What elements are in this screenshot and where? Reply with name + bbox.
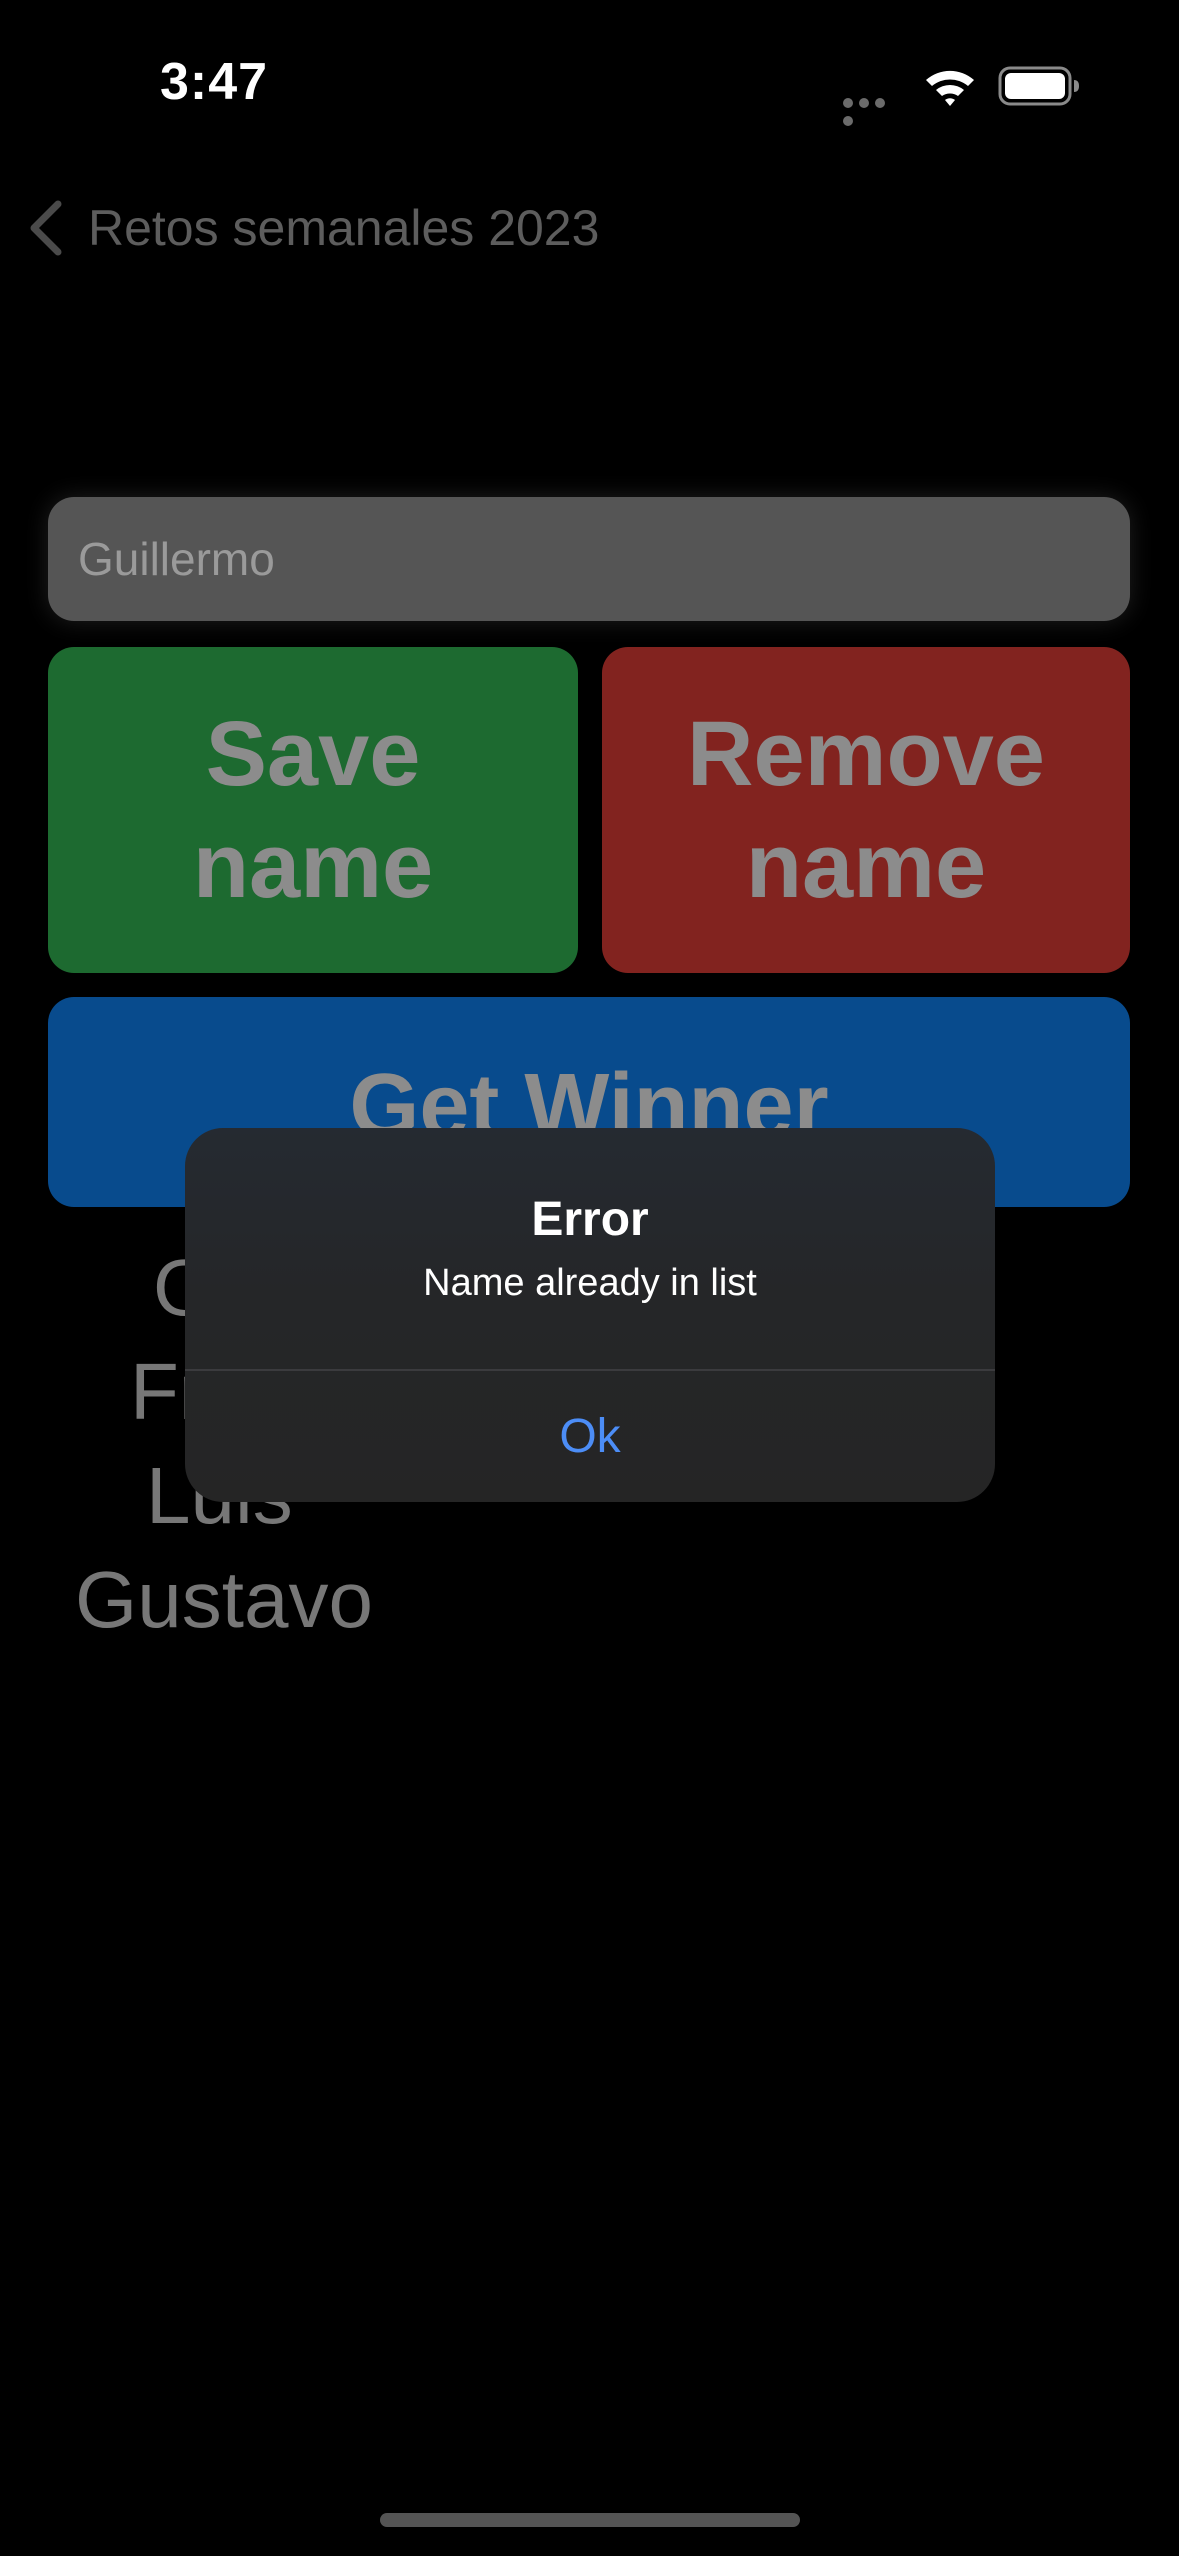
app-screen: Retos semanales 2023 Guillermo Save name… (0, 0, 1179, 2556)
name-input[interactable]: Guillermo (48, 497, 1130, 621)
remove-name-label: Remove name (687, 703, 1045, 917)
list-item: Gustavo (75, 1555, 373, 1644)
wifi-icon (926, 70, 974, 106)
back-button[interactable]: Retos semanales 2023 (26, 196, 599, 260)
back-title: Retos semanales 2023 (88, 200, 600, 256)
save-name-label: Save name (192, 703, 434, 917)
status-time: 3:47 (160, 53, 269, 111)
alert-title: Error (531, 1193, 649, 1246)
ok-button[interactable]: Ok (185, 1371, 995, 1502)
alert-message: Name already in list (423, 1262, 757, 1304)
error-alert: Error Name already in list Ok (185, 1128, 995, 1502)
status-bar: 3:47 (0, 0, 1179, 170)
save-name-button[interactable]: Save name (48, 647, 578, 973)
remove-name-button[interactable]: Remove name (602, 647, 1130, 973)
home-indicator[interactable] (380, 2513, 800, 2527)
battery-icon (998, 66, 1079, 106)
signal-dots-icon (843, 95, 903, 126)
chevron-left-icon (30, 200, 62, 256)
